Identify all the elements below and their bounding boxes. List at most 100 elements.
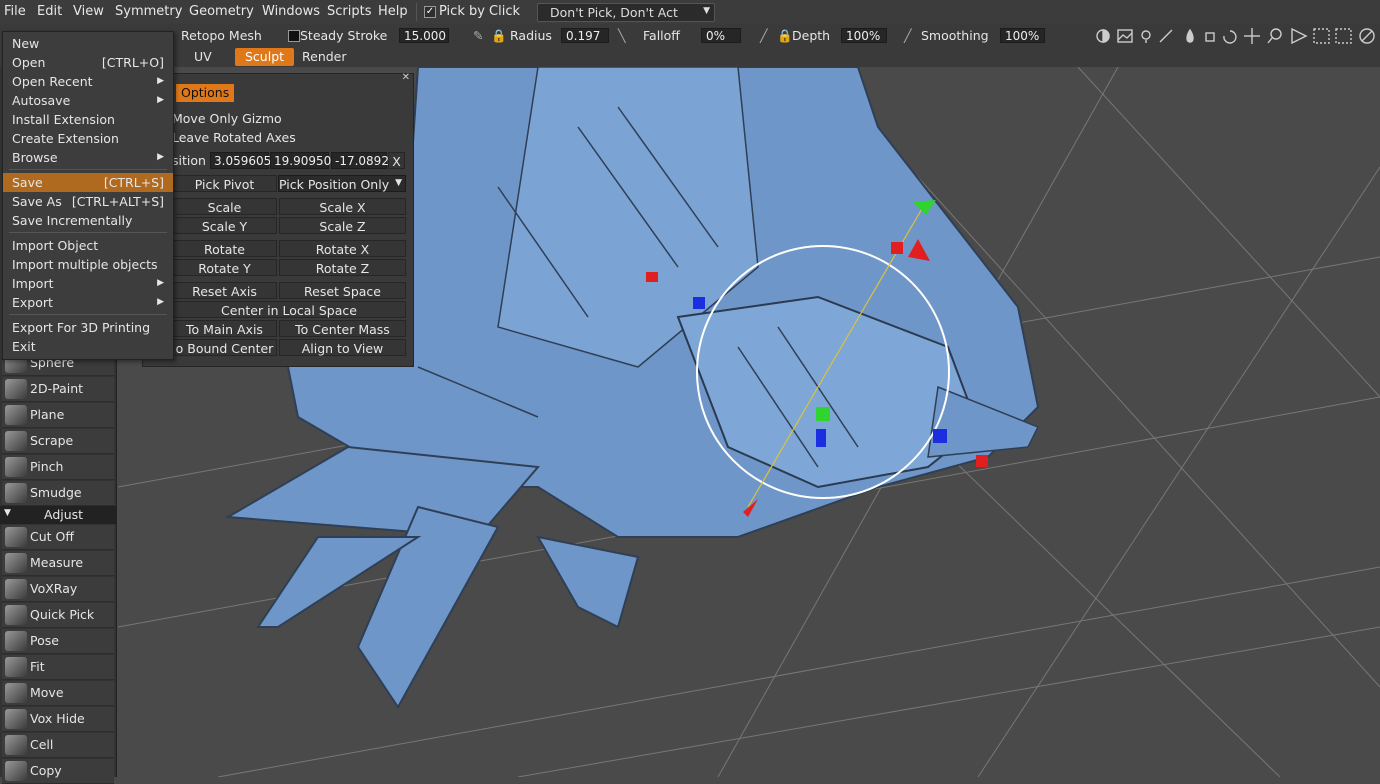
scale-x-button[interactable]: Scale X	[279, 198, 406, 215]
tool-move[interactable]: Move	[2, 681, 114, 706]
tool-plane[interactable]: Plane	[2, 403, 114, 428]
tool-pose[interactable]: Pose	[2, 629, 114, 654]
falloff-label[interactable]: Falloff	[643, 28, 680, 43]
smoothing-input[interactable]: 100%	[1000, 28, 1045, 43]
rotate-z-button[interactable]: Rotate Z	[279, 259, 406, 276]
menu-item-install-extension[interactable]: Install Extension	[3, 110, 173, 129]
pen-icon[interactable]	[1335, 28, 1352, 44]
tool-2d-paint[interactable]: 2D-Paint	[2, 377, 114, 402]
tool-quick-pick[interactable]: Quick Pick	[2, 603, 114, 628]
steady-stroke-input[interactable]: 15.000	[399, 28, 449, 43]
radius-label[interactable]: Radius	[510, 28, 552, 43]
menu-file[interactable]: File	[4, 4, 26, 19]
bound-center-button[interactable]: o Bound Center	[172, 339, 277, 356]
tool-pinch[interactable]: Pinch	[2, 455, 114, 480]
tool-smudge[interactable]: Smudge	[2, 481, 114, 506]
menu-help[interactable]: Help	[378, 4, 408, 19]
move-only-gizmo-option[interactable]: Move Only Gizmo	[172, 111, 282, 126]
depth-icon[interactable]: ╱	[760, 28, 768, 43]
menu-geometry[interactable]: Geometry	[189, 4, 254, 19]
brush-icon[interactable]: ✎	[473, 28, 483, 43]
menu-item-open[interactable]: Open [CTRL+O]	[3, 53, 173, 72]
retopo-mesh-label[interactable]: Retopo Mesh	[181, 28, 262, 43]
gizmo-center-blue[interactable]	[816, 429, 826, 447]
light-icon[interactable]	[1141, 30, 1151, 43]
menu-windows[interactable]: Windows	[262, 4, 320, 19]
align-to-view-button[interactable]: Align to View	[279, 339, 406, 356]
depth-input[interactable]: 100%	[841, 28, 887, 43]
tool-measure[interactable]: Measure	[2, 551, 114, 576]
gizmo-x-handle[interactable]	[646, 272, 658, 282]
paint-bucket-icon[interactable]	[1205, 32, 1215, 42]
pick-by-click-checkbox[interactable]: ✓	[424, 6, 436, 18]
gizmo-z-handle[interactable]	[693, 297, 705, 309]
options-tab[interactable]: Options	[176, 84, 235, 102]
gizmo-center-green[interactable]	[816, 407, 830, 421]
tool-scrape[interactable]: Scrape	[2, 429, 114, 454]
adjust-section-header[interactable]: ▼ Adjust	[0, 506, 116, 524]
menu-symmetry[interactable]: Symmetry	[115, 4, 182, 19]
landscape-icon[interactable]	[1117, 29, 1133, 43]
pick-mode-dropdown[interactable]: Don't Pick, Don't Act ▼	[537, 3, 715, 22]
depth-label[interactable]: Depth	[792, 28, 830, 43]
rotate-y-button[interactable]: Rotate Y	[172, 259, 277, 276]
reset-space-button[interactable]: Reset Space	[279, 282, 406, 299]
tool-cut-off[interactable]: Cut Off	[2, 525, 114, 550]
tool-fit[interactable]: Fit	[2, 655, 114, 680]
menu-item-save-as[interactable]: Save As [CTRL+ALT+S]	[3, 192, 173, 211]
lock-icon[interactable]: 🔒	[491, 28, 507, 44]
half-circle-icon[interactable]	[1096, 29, 1110, 43]
tool-vox-hide[interactable]: Vox Hide	[2, 707, 114, 732]
steady-stroke-label[interactable]: Steady Stroke	[300, 28, 387, 43]
menu-item-export-3d-printing[interactable]: Export For 3D Printing	[3, 318, 173, 337]
tab-render[interactable]: Render	[292, 48, 357, 66]
gizmo-blue-arrow[interactable]	[933, 429, 947, 443]
rotate-icon[interactable]	[1223, 30, 1237, 44]
rotate-button[interactable]: Rotate	[172, 240, 277, 257]
tab-uv[interactable]: UV	[184, 48, 222, 66]
menu-item-browse[interactable]: Browse ▶	[3, 148, 173, 167]
menu-item-autosave[interactable]: Autosave ▶	[3, 91, 173, 110]
menu-item-open-recent[interactable]: Open Recent ▶	[3, 72, 173, 91]
menu-item-exit[interactable]: Exit	[3, 337, 173, 356]
gizmo-red-tip[interactable]	[976, 455, 988, 467]
pick-pivot-button[interactable]: Pick Pivot	[172, 175, 277, 192]
scale-z-button[interactable]: Scale Z	[279, 217, 406, 234]
tab-sculpt[interactable]: Sculpt	[235, 48, 295, 66]
all-icon[interactable]	[1313, 28, 1330, 44]
menu-item-import[interactable]: Import ▶	[3, 274, 173, 293]
falloff-icon[interactable]: ╲	[618, 28, 626, 43]
position-clear-button[interactable]: X	[388, 152, 405, 169]
tool-copy[interactable]: Copy	[2, 759, 114, 784]
to-center-mass-button[interactable]: To Center Mass	[279, 320, 406, 337]
position-y-field[interactable]: 19.90950	[270, 152, 331, 169]
position-x-field[interactable]: 3.059605	[210, 152, 271, 169]
tool-voxray[interactable]: VoXRay	[2, 577, 114, 602]
reset-axis-button[interactable]: Reset Axis	[172, 282, 277, 299]
center-local-space-button[interactable]: Center in Local Space	[172, 301, 406, 318]
menu-item-save[interactable]: Save [CTRL+S]	[3, 173, 173, 192]
menu-item-export[interactable]: Export ▶	[3, 293, 173, 312]
drop-icon[interactable]	[1186, 28, 1194, 43]
no-icon[interactable]	[1359, 28, 1375, 44]
menu-item-import-multiple[interactable]: Import multiple objects	[3, 255, 173, 274]
steady-stroke-checkbox[interactable]	[288, 30, 300, 42]
position-z-field[interactable]: -17.0892	[331, 152, 389, 169]
smoothing-label[interactable]: Smoothing	[921, 28, 989, 43]
falloff-input[interactable]: 0%	[701, 28, 741, 43]
tool-cell[interactable]: Cell	[2, 733, 114, 758]
menu-scripts[interactable]: Scripts	[327, 4, 371, 19]
smoothing-icon[interactable]: ╱	[904, 28, 912, 43]
leave-rotated-axes-option[interactable]: Leave Rotated Axes	[172, 130, 296, 145]
pick-position-dropdown[interactable]: Pick Position Only ▼	[278, 175, 406, 192]
brush-icon[interactable]	[1159, 29, 1173, 43]
menu-view[interactable]: View	[73, 4, 104, 19]
to-main-axis-button[interactable]: To Main Axis	[172, 320, 277, 337]
close-icon[interactable]: ✕	[402, 72, 410, 83]
menu-item-create-extension[interactable]: Create Extension	[3, 129, 173, 148]
zoom-icon[interactable]	[1267, 28, 1282, 44]
scale-y-button[interactable]: Scale Y	[172, 217, 277, 234]
menu-edit[interactable]: Edit	[37, 4, 62, 19]
menu-item-save-incrementally[interactable]: Save Incrementally	[3, 211, 173, 230]
gizmo-y-handle[interactable]	[891, 242, 903, 254]
